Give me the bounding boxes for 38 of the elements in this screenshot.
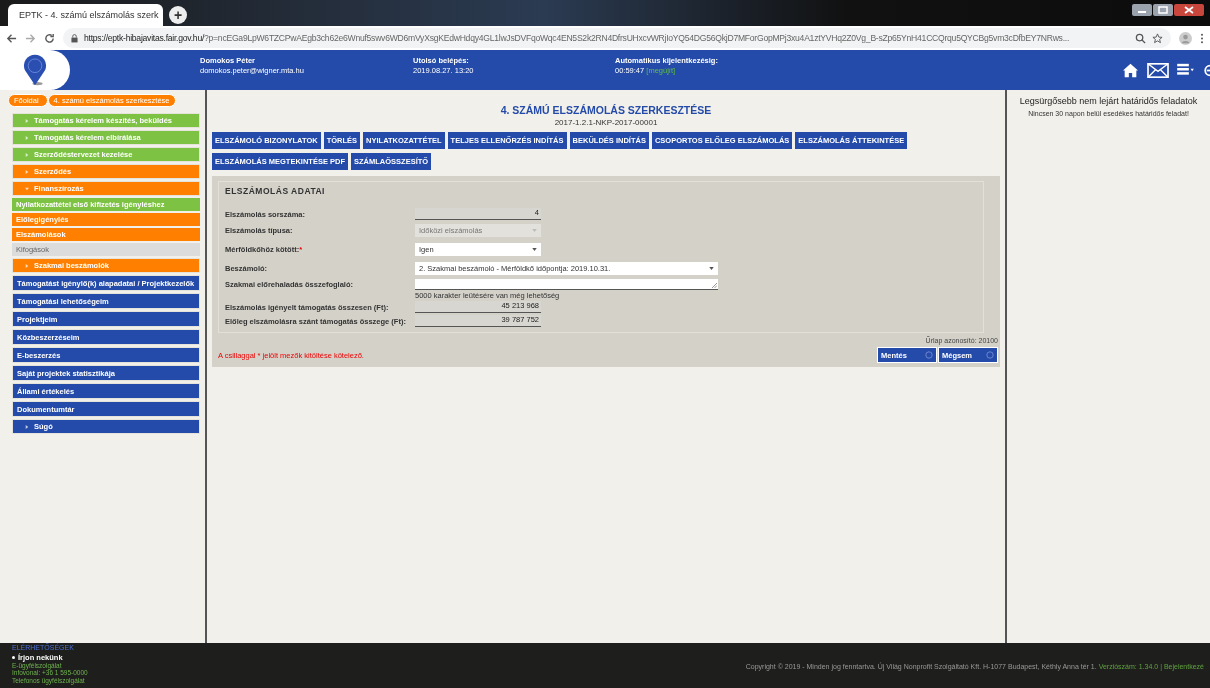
maximize-icon[interactable] xyxy=(1153,4,1173,16)
menu-icon[interactable] xyxy=(1200,32,1204,44)
caret-right-icon xyxy=(25,263,29,268)
pin-logo-icon xyxy=(22,53,48,87)
reload-icon[interactable] xyxy=(44,32,55,44)
resize-grip-icon xyxy=(712,283,717,288)
address-bar[interactable] xyxy=(63,28,1171,48)
circle-icon xyxy=(925,351,933,359)
star-icon[interactable] xyxy=(1152,32,1163,44)
home-icon[interactable] xyxy=(1122,62,1139,78)
caret-down-icon xyxy=(25,186,29,191)
caret-right-icon xyxy=(25,118,29,123)
lock-icon xyxy=(71,33,78,43)
caret-down-icon xyxy=(532,248,537,251)
caret-down-icon xyxy=(532,229,537,232)
caret-down-icon xyxy=(709,267,714,270)
caret-right-icon xyxy=(25,152,29,157)
circle-icon xyxy=(986,351,994,359)
bullet-icon xyxy=(12,655,15,659)
form-title: ELSZÁMOLÁS ADATAI xyxy=(225,186,326,196)
tab-title: EPTK - 4. számú elszámolás szerk xyxy=(19,10,159,20)
page-title: 4. SZÁMÚ ELSZÁMOLÁS SZERKESZTÉSE xyxy=(500,104,712,116)
caret-right-icon xyxy=(25,169,29,174)
back-icon[interactable] xyxy=(6,32,17,44)
caret-right-icon xyxy=(25,135,29,140)
text-area[interactable] xyxy=(415,279,718,290)
list-menu-icon[interactable] xyxy=(1177,62,1194,78)
power-icon[interactable] xyxy=(1202,62,1210,78)
browser-tab[interactable]: EPTK - 4. számú elszámolás szerk xyxy=(8,4,163,26)
tasks-title: Legsürgősebb nem lejárt határidős feladatok xyxy=(1018,96,1199,106)
avatar-icon[interactable] xyxy=(1179,31,1192,45)
minimize-icon[interactable] xyxy=(1132,4,1152,16)
zoom-icon[interactable] xyxy=(1135,32,1146,44)
close-icon[interactable] xyxy=(1174,4,1204,16)
mail-icon[interactable] xyxy=(1147,62,1169,78)
project-id: 2017-1.2.1-NKP-2017-00001 xyxy=(554,118,658,127)
caret-right-icon xyxy=(25,424,29,429)
new-tab-button[interactable]: + xyxy=(169,6,187,24)
